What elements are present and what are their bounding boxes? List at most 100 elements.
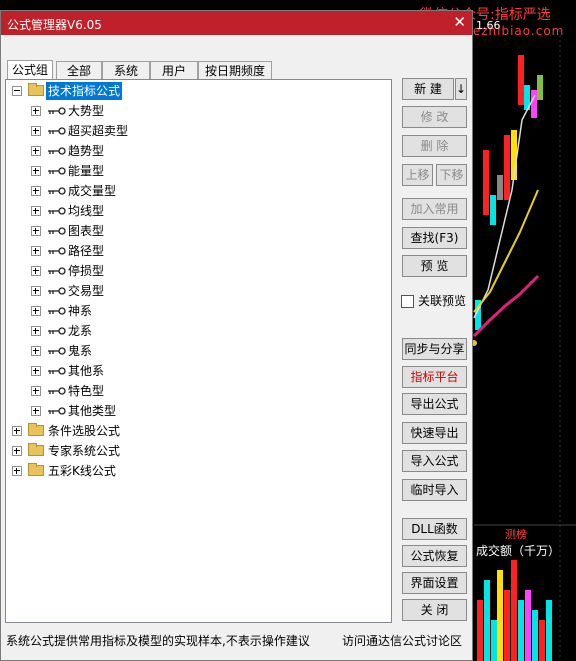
- tree-node-root[interactable]: 技术指标公式: [6, 82, 386, 100]
- tree-node-child[interactable]: 趋势型: [6, 142, 386, 160]
- folder-icon: [28, 443, 44, 456]
- expand-icon[interactable]: [31, 146, 41, 156]
- tree-node-child[interactable]: 神系: [6, 302, 386, 320]
- title-bar[interactable]: 公式管理器V6.05 ✕: [1, 11, 472, 35]
- volume-bars: [477, 560, 552, 661]
- tab-user[interactable]: 用户: [150, 61, 198, 79]
- tree-node-child[interactable]: 龙系: [6, 322, 386, 340]
- expand-icon[interactable]: [31, 246, 41, 256]
- expand-icon[interactable]: [31, 106, 41, 116]
- expand-icon[interactable]: [31, 326, 41, 336]
- move-down-button[interactable]: 下移: [436, 164, 467, 186]
- sync-share-button[interactable]: 同步与分享: [402, 338, 467, 360]
- tab-all[interactable]: 全部: [56, 61, 102, 79]
- expand-icon[interactable]: [31, 306, 41, 316]
- ui-settings-button[interactable]: 界面设置: [402, 572, 467, 594]
- volume-bar: [484, 580, 490, 661]
- candle: [537, 75, 543, 100]
- temp-import-button[interactable]: 临时导入: [402, 479, 467, 501]
- tab-formula-group[interactable]: 公式组: [7, 60, 53, 79]
- quick-export-button[interactable]: 快速导出: [402, 422, 467, 444]
- formula-tree[interactable]: 技术指标公式 大势型超买超卖型趋势型能量型成交量型均线型图表型路径型停损型交易型…: [5, 79, 392, 623]
- close-button[interactable]: 关 闭: [402, 599, 467, 621]
- expand-icon[interactable]: [12, 446, 22, 456]
- tree-node-label: 鬼系: [68, 344, 93, 358]
- tab-system[interactable]: 系统: [102, 61, 150, 79]
- status-hint: 系统公式提供常用指标及模型的实现样本,不表示操作建议: [6, 634, 310, 648]
- import-formula-button[interactable]: 导入公式: [402, 450, 467, 472]
- tree-node-child[interactable]: 能量型: [6, 162, 386, 180]
- folder-icon: [28, 463, 44, 476]
- tree-node-label: 技术指标公式: [46, 82, 123, 100]
- expand-icon[interactable]: [31, 346, 41, 356]
- tree-node-child[interactable]: 成交量型: [6, 182, 386, 200]
- tree-node-child[interactable]: 特色型: [6, 382, 386, 400]
- tree-node-child[interactable]: 均线型: [6, 202, 386, 220]
- tree-node-label: 均线型: [68, 204, 105, 218]
- tree-node-label: 特色型: [68, 384, 105, 398]
- expand-icon[interactable]: [31, 206, 41, 216]
- tree-node-child[interactable]: 路径型: [6, 242, 386, 260]
- new-button[interactable]: 新 建: [402, 78, 454, 100]
- tree-node-group[interactable]: 专家系统公式: [6, 442, 386, 460]
- tree-node-label: 趋势型: [68, 144, 105, 158]
- tree-node-child[interactable]: 大势型: [6, 102, 386, 120]
- expand-icon[interactable]: [31, 386, 41, 396]
- expand-icon[interactable]: [31, 286, 41, 296]
- tree-node-label: 成交量型: [68, 184, 117, 198]
- tree-node-label: 神系: [68, 304, 93, 318]
- move-up-button[interactable]: 上移: [402, 164, 433, 186]
- tree-node-child[interactable]: 交易型: [6, 282, 386, 300]
- tree-node-label: 能量型: [68, 164, 105, 178]
- expand-icon[interactable]: [31, 406, 41, 416]
- add-common-button[interactable]: 加入常用: [402, 198, 467, 220]
- new-dropdown-arrow[interactable]: ↓: [455, 78, 467, 100]
- modify-button[interactable]: 修 改: [402, 106, 467, 128]
- expand-icon[interactable]: [31, 166, 41, 176]
- expand-icon[interactable]: [12, 466, 22, 476]
- candle: [518, 55, 524, 105]
- volume-bar: [491, 620, 497, 661]
- expand-icon[interactable]: [31, 126, 41, 136]
- folder-icon: [28, 83, 44, 96]
- dll-function-button[interactable]: DLL函数: [402, 518, 467, 540]
- volume-bar: [511, 560, 517, 661]
- tree-node-group[interactable]: 五彩K线公式: [6, 462, 386, 480]
- delete-button[interactable]: 删 除: [402, 135, 467, 157]
- tree-node-child[interactable]: 超买超卖型: [6, 122, 386, 140]
- tree-node-label: 条件选股公式: [48, 424, 121, 438]
- expand-icon[interactable]: [31, 266, 41, 276]
- tree-node-group[interactable]: 条件选股公式: [6, 422, 386, 440]
- find-button[interactable]: 查找(F3): [402, 227, 467, 249]
- linked-preview-checkbox[interactable]: [401, 295, 414, 308]
- indicator-platform-button[interactable]: 指标平台: [402, 366, 467, 388]
- volume-bar: [504, 590, 510, 661]
- tree-node-child[interactable]: 图表型: [6, 222, 386, 240]
- tree-node-child[interactable]: 停损型: [6, 262, 386, 280]
- candlesticks: [475, 55, 543, 330]
- ma-line-pink: [472, 274, 540, 338]
- export-formula-button[interactable]: 导出公式: [402, 393, 467, 415]
- expand-icon[interactable]: [12, 426, 22, 436]
- volume-bar: [518, 600, 524, 661]
- tab-by-date-frequency[interactable]: 按日期频度: [198, 61, 272, 79]
- tree-node-label: 超买超卖型: [68, 124, 129, 138]
- preview-button[interactable]: 预 览: [402, 255, 467, 277]
- candle: [504, 135, 510, 200]
- close-icon[interactable]: ✕: [453, 13, 466, 31]
- folder-icon: [28, 423, 44, 436]
- linked-preview-label: 关联预览: [418, 294, 467, 308]
- forum-link[interactable]: 访问通达信公式讨论区: [342, 632, 462, 649]
- tree-node-child[interactable]: 鬼系: [6, 342, 386, 360]
- expand-icon[interactable]: [31, 226, 41, 236]
- volume-tag: 测榜: [505, 528, 527, 541]
- price-label: 1.66: [476, 19, 501, 32]
- expand-icon[interactable]: [31, 366, 41, 376]
- candle: [531, 90, 537, 118]
- collapse-icon[interactable]: [12, 86, 22, 96]
- expand-icon[interactable]: [31, 186, 41, 196]
- tree-node-child[interactable]: 其他类型: [6, 402, 386, 420]
- tree-node-child[interactable]: 其他系: [6, 362, 386, 380]
- formula-restore-button[interactable]: 公式恢复: [402, 545, 467, 567]
- tree-node-label: 其他类型: [68, 404, 117, 418]
